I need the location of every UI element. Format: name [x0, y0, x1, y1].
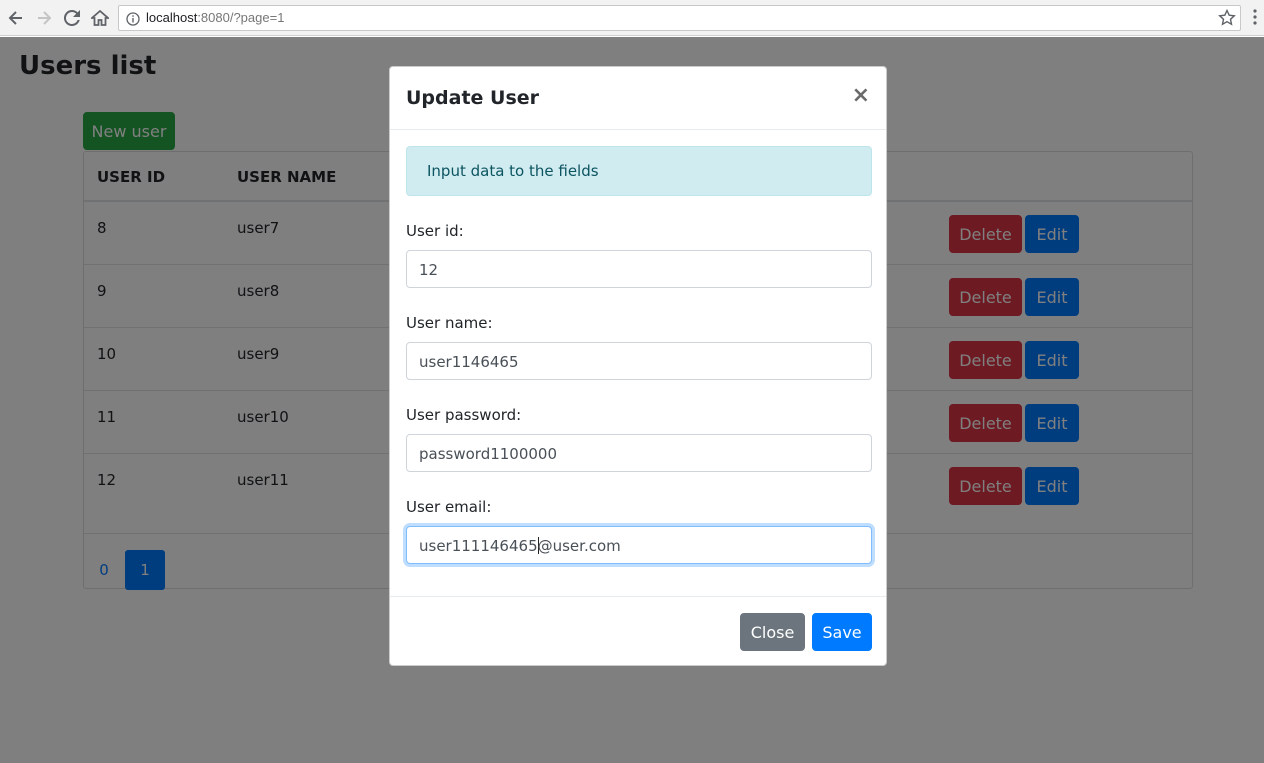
user-name-input[interactable]: user1146465	[406, 342, 872, 380]
url-text: localhost:8080/?page=1	[146, 10, 285, 25]
menu-icon[interactable]	[1252, 8, 1258, 30]
user-email-label: User email:	[406, 498, 492, 516]
save-button[interactable]: Save	[812, 613, 872, 651]
page: Users list New user USER ID USER NAME 8 …	[0, 37, 1264, 763]
info-icon[interactable]	[126, 11, 140, 30]
modal-footer: Close Save	[390, 596, 886, 666]
info-alert: Input data to the fields	[406, 146, 872, 196]
update-user-modal: Update User × Input data to the fields U…	[389, 66, 887, 666]
user-password-input[interactable]: password1100000	[406, 434, 872, 472]
reload-icon[interactable]	[60, 6, 84, 30]
email-text-before-caret: user111146465	[419, 537, 538, 555]
back-icon[interactable]	[4, 6, 28, 30]
user-password-label: User password:	[406, 406, 522, 424]
close-button[interactable]: Close	[740, 613, 805, 651]
star-icon[interactable]	[1218, 8, 1236, 31]
user-email-input[interactable]: user111146465@user.com	[406, 526, 872, 564]
close-icon[interactable]: ×	[852, 85, 870, 107]
forward-icon[interactable]	[32, 6, 56, 30]
user-id-input[interactable]: 12	[406, 250, 872, 288]
home-icon[interactable]	[88, 6, 112, 30]
email-text-after-caret: @user.com	[537, 537, 621, 555]
modal-title: Update User	[406, 87, 540, 109]
user-name-label: User name:	[406, 314, 493, 332]
user-id-label: User id:	[406, 222, 464, 240]
browser-toolbar: localhost:8080/?page=1	[0, 0, 1264, 36]
address-bar[interactable]: localhost:8080/?page=1	[118, 5, 1241, 31]
modal-header: Update User ×	[390, 67, 886, 130]
